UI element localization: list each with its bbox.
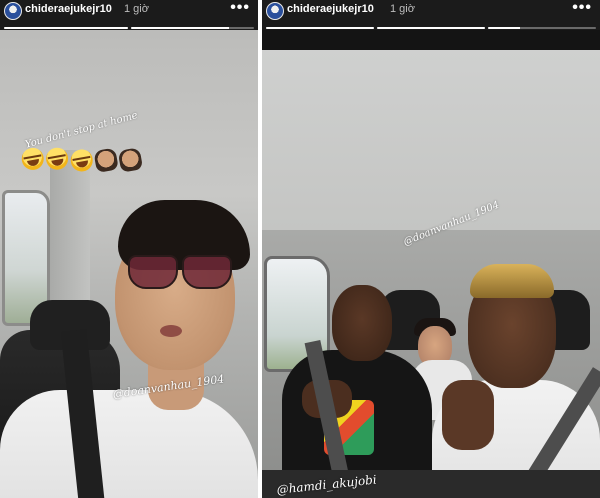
username[interactable]: chideraejukejr10 (287, 3, 374, 15)
timestamp: 1 giờ (390, 3, 415, 15)
right-passenger-hair (470, 264, 554, 298)
shaka-hand (442, 380, 494, 450)
progress-segment (130, 27, 254, 29)
mouth (160, 325, 182, 337)
timestamp: 1 giờ (124, 3, 149, 15)
avatar[interactable] (4, 2, 22, 20)
progress-segment (266, 27, 374, 29)
story-right[interactable]: @doanvanhau_1904 @hamdi_akujobi chiderae… (262, 0, 600, 498)
story-header: chideraejukejr10 1 giờ ••• (262, 0, 600, 30)
story-photo: You don't stop at home @doanvanhau_1904 (0, 30, 258, 498)
car-ceiling (262, 50, 600, 230)
more-options-icon[interactable]: ••• (230, 0, 250, 17)
progress-segment (4, 27, 128, 29)
avatar[interactable] (266, 2, 284, 20)
story-header: chideraejukejr10 1 giờ ••• (0, 0, 258, 30)
white-shirt (0, 390, 258, 498)
progress-segment (377, 27, 485, 29)
more-options-icon[interactable]: ••• (572, 0, 592, 17)
username[interactable]: chideraejukejr10 (25, 3, 112, 15)
story-progress (266, 27, 596, 29)
story-photo: @doanvanhau_1904 @hamdi_akujobi (262, 30, 600, 498)
story-progress (4, 27, 254, 29)
story-caption: You don't stop at home (24, 109, 139, 151)
sunglasses-lens (128, 255, 178, 289)
left-passenger-face (332, 285, 392, 361)
car-interior (262, 230, 600, 470)
story-left[interactable]: You don't stop at home @doanvanhau_1904 … (0, 0, 258, 498)
person-emoji-icon (117, 147, 144, 173)
progress-segment (488, 27, 596, 29)
person-emoji-icon (93, 147, 119, 173)
laughing-emoji-icon (20, 146, 46, 172)
sunglasses-lens (182, 255, 232, 289)
